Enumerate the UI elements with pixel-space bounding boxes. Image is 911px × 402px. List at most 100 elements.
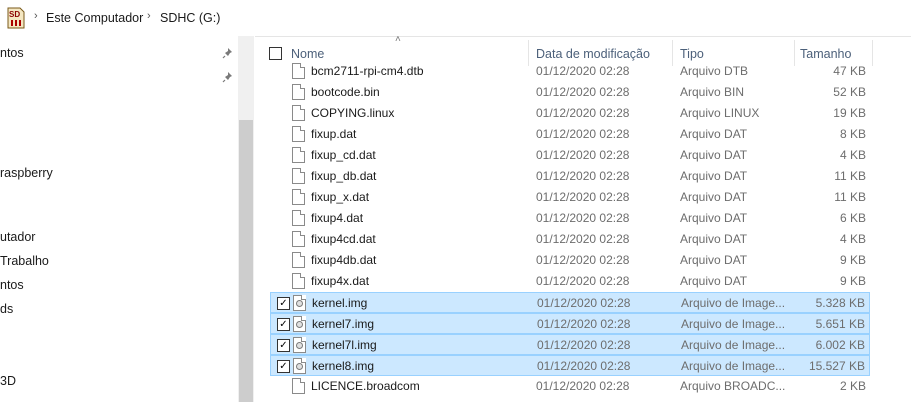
breadcrumb-chevron-icon[interactable]: › [34, 10, 38, 22]
row-checkbox[interactable]: ✓ [277, 297, 290, 310]
nav-item[interactable]: 3D [0, 374, 16, 388]
nav-item[interactable]: utador [0, 230, 35, 244]
file-name: bootcode.bin [311, 85, 380, 99]
file-type: Arquivo LINUX [680, 106, 760, 120]
file-name: fixup.dat [311, 127, 357, 141]
file-size: 52 KB [833, 85, 866, 99]
file-size: 15.527 KB [808, 359, 865, 373]
nav-item[interactable]: ntos [0, 46, 24, 60]
row-checkbox[interactable]: ✓ [277, 339, 290, 352]
file-icon [292, 147, 305, 163]
file-type: Arquivo de Image... [681, 359, 786, 373]
select-all-checkbox[interactable] [269, 47, 282, 60]
file-icon [292, 252, 305, 268]
file-row[interactable]: fixup4x.dat 01/12/2020 02:28 Arquivo DAT 9 … [270, 271, 870, 292]
disc-image-icon [293, 316, 306, 332]
file-type: Arquivo DAT [680, 169, 748, 183]
file-date: 01/12/2020 02:28 [536, 190, 630, 204]
file-name: fixup_db.dat [311, 169, 377, 183]
disc-image-icon [293, 337, 306, 353]
file-name: fixup4x.dat [311, 274, 370, 288]
file-row[interactable]: bootcode.bin 01/12/2020 02:28 Arquivo BIN 5… [270, 82, 870, 103]
file-row[interactable]: bcm2711-rpi-cm4.dtb 01/12/2020 02:28 Arqui… [270, 61, 870, 82]
nav-item[interactable]: ntos [0, 278, 24, 292]
file-row[interactable]: fixup4db.dat 01/12/2020 02:28 Arquivo DAT 9… [270, 250, 870, 271]
file-size: 2 KB [839, 379, 866, 393]
file-row[interactable]: ✓ kernel7.img 01/12/2020 02:28 Arquivo de I… [270, 313, 870, 334]
disc-image-icon [293, 358, 306, 374]
disc-image-icon [293, 295, 306, 311]
file-row[interactable]: fixup_x.dat 01/12/2020 02:28 Arquivo DAT 11… [270, 187, 870, 208]
file-row[interactable]: fixup.dat 01/12/2020 02:28 Arquivo DAT 8 KB [270, 124, 870, 145]
file-icon [292, 189, 305, 205]
file-row[interactable]: LICENCE.broadcom 01/12/2020 02:28 Arquivo … [270, 376, 870, 397]
sd-card-icon: SD [7, 7, 25, 29]
file-name: fixup4.dat [311, 211, 364, 225]
nav-item[interactable]: ds [0, 302, 13, 316]
file-row[interactable]: fixup4.dat 01/12/2020 02:28 Arquivo DAT 6 K… [270, 208, 870, 229]
file-type: Arquivo DAT [680, 148, 748, 162]
file-row[interactable]: ✓ kernel7l.img 01/12/2020 02:28 Arquivo de … [270, 334, 870, 355]
file-size: 4 KB [839, 148, 866, 162]
nav-scrollbar-thumb[interactable] [239, 120, 253, 402]
file-date: 01/12/2020 02:28 [537, 296, 631, 310]
file-icon [292, 378, 305, 394]
file-row[interactable]: fixup4cd.dat 01/12/2020 02:28 Arquivo DAT 4… [270, 229, 870, 250]
address-bar[interactable]: SD › Este Computador › SDHC (G:) [0, 0, 911, 37]
file-date: 01/12/2020 02:28 [536, 148, 630, 162]
file-size: 9 KB [839, 274, 866, 288]
file-date: 01/12/2020 02:28 [536, 379, 630, 393]
file-type: Arquivo BROADC... [680, 379, 786, 393]
file-date: 01/12/2020 02:28 [536, 169, 630, 183]
file-row[interactable]: fixup_cd.dat 01/12/2020 02:28 Arquivo DAT 4… [270, 145, 870, 166]
row-checkbox[interactable]: ✓ [277, 360, 290, 373]
column-name[interactable]: Nome [291, 47, 324, 61]
file-date: 01/12/2020 02:28 [536, 232, 630, 246]
file-date: 01/12/2020 02:28 [536, 127, 630, 141]
file-row[interactable]: fixup_db.dat 01/12/2020 02:28 Arquivo DAT 1… [270, 166, 870, 187]
file-type: Arquivo DAT [680, 127, 748, 141]
file-date: 01/12/2020 02:28 [536, 274, 630, 288]
row-checkbox[interactable]: ✓ [277, 318, 290, 331]
file-date: 01/12/2020 02:28 [537, 359, 631, 373]
navigation-pane: ntos raspberry utador Trabalho ntos ds 3… [0, 36, 255, 402]
pin-icon[interactable] [222, 71, 234, 83]
file-date: 01/12/2020 02:28 [536, 64, 630, 78]
file-row[interactable]: ✓ kernel8.img 01/12/2020 02:28 Arquivo de I… [270, 355, 870, 376]
file-name: kernel8.img [312, 359, 375, 373]
column-date[interactable]: Data de modificação [536, 47, 650, 61]
breadcrumb-chevron-icon[interactable]: › [147, 10, 151, 22]
file-name: kernel.img [312, 296, 368, 310]
column-type[interactable]: Tipo [680, 47, 704, 61]
file-name: kernel7.img [312, 317, 375, 331]
file-icon [292, 231, 305, 247]
column-divider[interactable] [872, 40, 873, 66]
nav-item[interactable]: Trabalho [0, 254, 49, 268]
nav-item[interactable]: raspberry [0, 166, 53, 180]
file-size: 5.651 KB [815, 317, 865, 331]
file-list: ˄ Nome Data de modificação Tipo Tamanho … [262, 34, 911, 402]
file-size: 6.002 KB [815, 338, 865, 352]
file-icon [292, 126, 305, 142]
file-row[interactable]: ✓ kernel.img 01/12/2020 02:28 Arquivo de Im… [270, 292, 870, 313]
file-icon [292, 84, 305, 100]
file-size: 11 KB [834, 169, 866, 183]
file-icon [292, 63, 305, 79]
file-size: 8 KB [839, 127, 866, 141]
file-date: 01/12/2020 02:28 [537, 338, 631, 352]
file-name: kernel7l.img [312, 338, 377, 352]
file-name: COPYING.linux [311, 106, 395, 120]
file-size: 9 KB [839, 253, 866, 267]
file-size: 5.328 KB [815, 296, 865, 310]
file-type: Arquivo DTB [680, 64, 749, 78]
file-type: Arquivo DAT [680, 232, 748, 246]
file-icon [292, 210, 305, 226]
file-type: Arquivo de Image... [681, 338, 786, 352]
breadcrumb-sdhc[interactable]: SDHC (G:) [160, 11, 220, 25]
pin-icon[interactable] [222, 47, 234, 59]
breadcrumb-this-pc[interactable]: Este Computador [46, 11, 143, 25]
file-row[interactable]: COPYING.linux 01/12/2020 02:28 Arquivo LIN… [270, 103, 870, 124]
file-name: LICENCE.broadcom [311, 379, 420, 393]
column-size[interactable]: Tamanho [800, 47, 851, 61]
file-date: 01/12/2020 02:28 [536, 253, 630, 267]
